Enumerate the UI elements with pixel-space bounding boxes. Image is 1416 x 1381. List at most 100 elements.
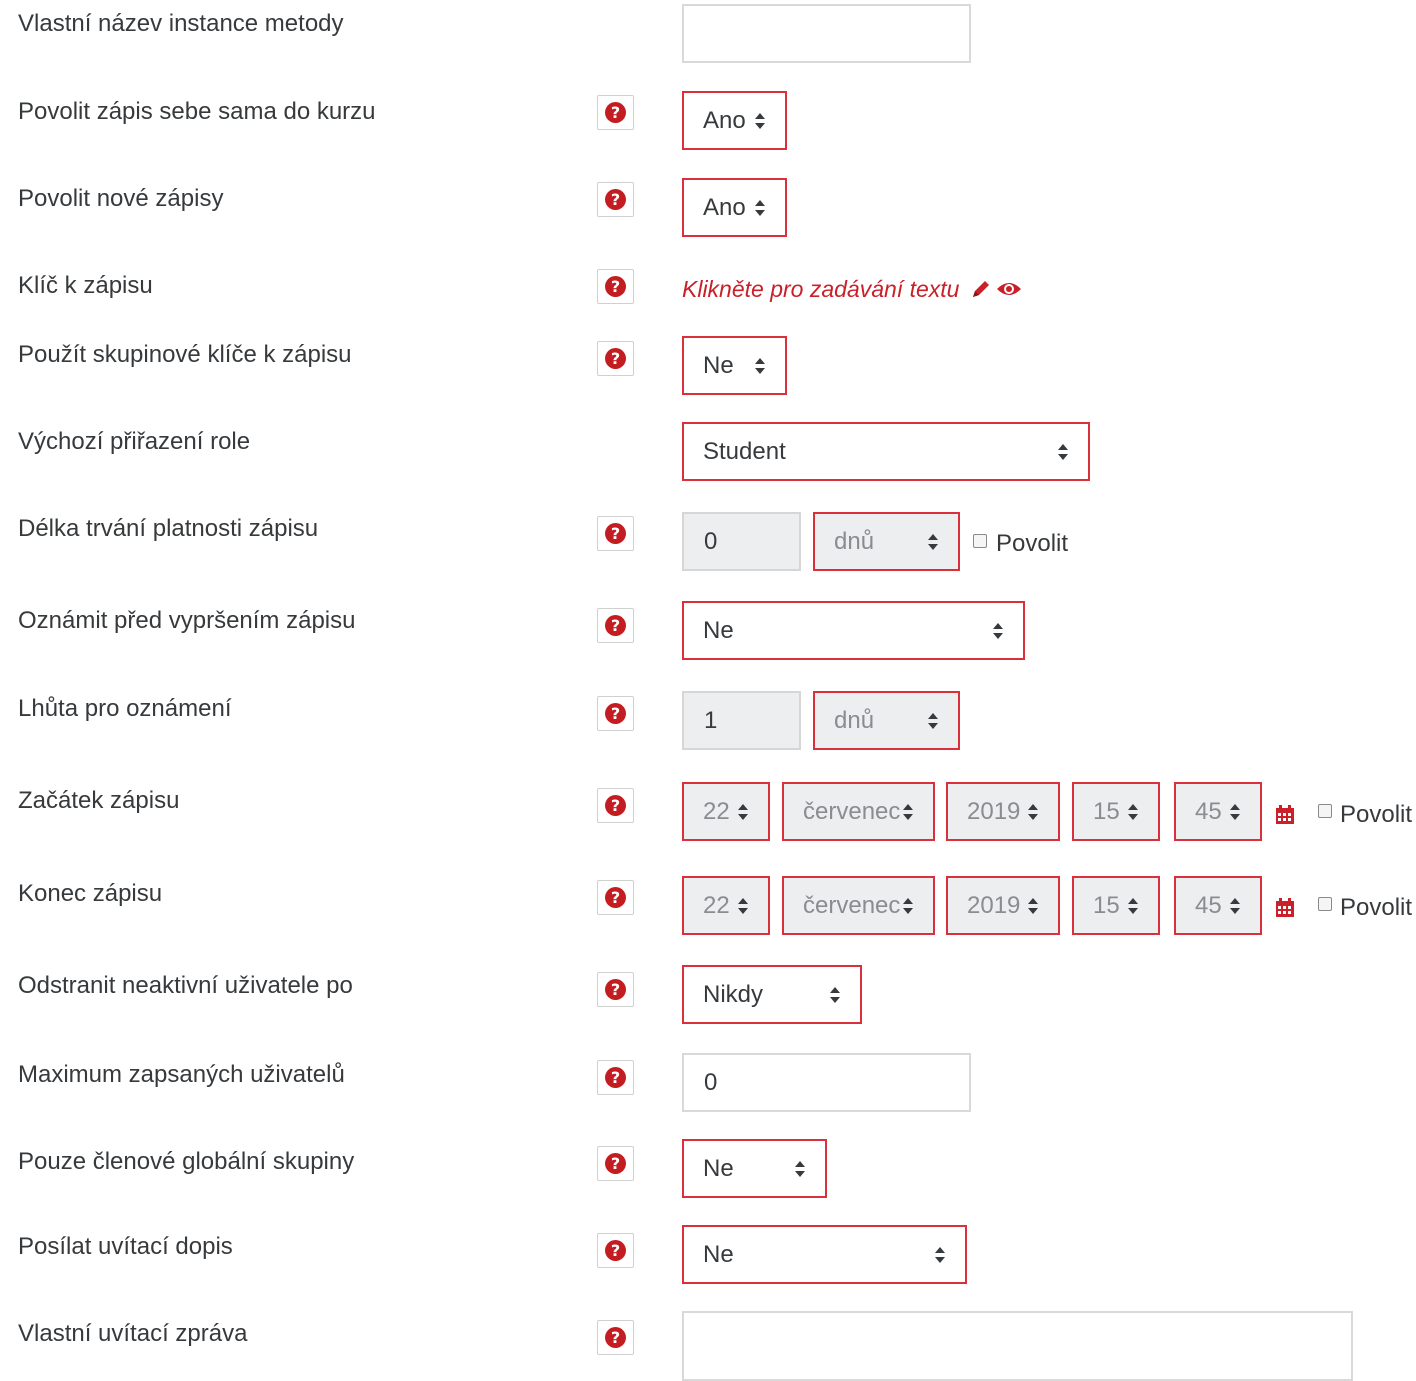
label-max-enrolled: Maximum zapsaných uživatelů bbox=[18, 1061, 345, 1088]
calendar-icon[interactable] bbox=[1274, 897, 1296, 919]
enrol-end-minute-select[interactable]: 45 bbox=[1174, 876, 1262, 935]
new-enrols-value: Ano bbox=[703, 193, 746, 221]
select-caret-icon bbox=[993, 622, 1003, 639]
question-circle-icon: ? bbox=[605, 1327, 626, 1348]
select-caret-icon bbox=[1058, 443, 1068, 460]
label-new-enrols: Povolit nové zápisy bbox=[18, 185, 224, 212]
notify-threshold-unit-select[interactable]: dnů bbox=[813, 691, 960, 750]
enrol-start-day-value: 22 bbox=[703, 797, 730, 825]
notify-threshold-unit-value: dnů bbox=[834, 706, 875, 734]
default-role-select[interactable]: Student bbox=[682, 422, 1090, 481]
group-keys-select[interactable]: Ne bbox=[682, 336, 787, 395]
select-caret-icon bbox=[1128, 803, 1138, 820]
select-caret-icon bbox=[1028, 897, 1038, 914]
help-button-group-keys[interactable]: ? bbox=[597, 341, 634, 376]
enrol-period-enable-label: Povolit bbox=[996, 530, 1069, 557]
help-button-unenrol-inactive[interactable]: ? bbox=[597, 972, 634, 1007]
label-expiry-notify: Oznámit před vypršením zápisu bbox=[18, 607, 356, 634]
enrol-start-enable-checkbox[interactable] bbox=[1318, 804, 1332, 818]
enrol-period-enable-checkbox[interactable] bbox=[973, 534, 987, 548]
label-default-role: Výchozí přiřazení role bbox=[18, 428, 251, 455]
enrol-end-hour-select[interactable]: 15 bbox=[1072, 876, 1160, 935]
label-notify-threshold: Lhůta pro oznámení bbox=[18, 695, 232, 722]
unenrol-inactive-value: Nikdy bbox=[703, 980, 764, 1008]
select-caret-icon bbox=[928, 533, 938, 550]
label-enrol-key: Klíč k zápisu bbox=[18, 272, 153, 299]
enrol-start-minute-select[interactable]: 45 bbox=[1174, 782, 1262, 841]
select-caret-icon bbox=[1128, 897, 1138, 914]
select-caret-icon bbox=[903, 803, 913, 820]
cohort-only-select[interactable]: Ne bbox=[682, 1139, 827, 1198]
select-caret-icon bbox=[738, 803, 748, 820]
enrol-key-link-text: Klikněte pro zadávání textu bbox=[682, 276, 960, 302]
welcome-message-textarea[interactable] bbox=[682, 1311, 1353, 1381]
self-enrol-select[interactable]: Ano bbox=[682, 91, 787, 150]
enrol-start-enable-label: Povolit bbox=[1340, 801, 1413, 828]
label-self-enrol: Povolit zápis sebe sama do kurzu bbox=[18, 98, 376, 125]
expiry-notify-value: Ne bbox=[703, 616, 734, 644]
help-button-self-enrol[interactable]: ? bbox=[597, 95, 634, 130]
select-caret-icon bbox=[755, 112, 765, 129]
enrol-start-day-select[interactable]: 22 bbox=[682, 782, 770, 841]
notify-threshold-number[interactable]: 1 bbox=[682, 691, 801, 750]
help-button-cohort-only[interactable]: ? bbox=[597, 1146, 634, 1181]
help-button-enrol-period[interactable]: ? bbox=[597, 516, 634, 551]
help-button-new-enrols[interactable]: ? bbox=[597, 182, 634, 217]
help-button-welcome-message[interactable]: ? bbox=[597, 1320, 634, 1355]
label-instance-name: Vlastní název instance metody bbox=[18, 10, 344, 37]
help-button-notify-threshold[interactable]: ? bbox=[597, 696, 634, 731]
expiry-notify-select[interactable]: Ne bbox=[682, 601, 1025, 660]
pencil-icon bbox=[972, 281, 989, 297]
enrol-end-year-select[interactable]: 2019 bbox=[946, 876, 1060, 935]
question-circle-icon: ? bbox=[605, 1153, 626, 1174]
enrol-key-edit-link[interactable]: Klikněte pro zadávání textu bbox=[682, 276, 992, 303]
welcome-mail-value: Ne bbox=[703, 1240, 734, 1268]
eye-icon[interactable] bbox=[996, 280, 1022, 298]
select-caret-icon bbox=[1028, 803, 1038, 820]
label-enrol-period: Délka trvání platnosti zápisu bbox=[18, 515, 319, 542]
enrol-start-month-value: červenec bbox=[803, 797, 901, 825]
new-enrols-select[interactable]: Ano bbox=[682, 178, 787, 237]
question-circle-icon: ? bbox=[605, 703, 626, 724]
select-caret-icon bbox=[755, 199, 765, 216]
instance-name-input[interactable] bbox=[682, 4, 971, 63]
select-caret-icon bbox=[935, 1246, 945, 1263]
enrol-period-unit-value: dnů bbox=[834, 527, 875, 555]
help-button-enrol-start[interactable]: ? bbox=[597, 788, 634, 823]
question-circle-icon: ? bbox=[605, 276, 626, 297]
label-enrol-start: Začátek zápisu bbox=[18, 787, 180, 814]
calendar-icon[interactable] bbox=[1274, 804, 1296, 826]
help-button-expiry-notify[interactable]: ? bbox=[597, 608, 634, 643]
question-circle-icon: ? bbox=[605, 348, 626, 369]
select-caret-icon bbox=[928, 712, 938, 729]
help-button-enrol-key[interactable]: ? bbox=[597, 269, 634, 304]
enrol-start-year-select[interactable]: 2019 bbox=[946, 782, 1060, 841]
select-caret-icon bbox=[755, 357, 765, 374]
select-caret-icon bbox=[830, 986, 840, 1003]
enrol-start-year-value: 2019 bbox=[967, 797, 1021, 825]
unenrol-inactive-select[interactable]: Nikdy bbox=[682, 965, 862, 1024]
enrol-start-minute-value: 45 bbox=[1195, 797, 1222, 825]
enrol-start-month-select[interactable]: červenec bbox=[782, 782, 935, 841]
help-button-max-enrolled[interactable]: ? bbox=[597, 1060, 634, 1095]
label-cohort-only: Pouze členové globální skupiny bbox=[18, 1148, 355, 1175]
enrol-end-enable-label: Povolit bbox=[1340, 894, 1413, 921]
enrol-period-unit-select[interactable]: dnů bbox=[813, 512, 960, 571]
max-enrolled-input[interactable]: 0 bbox=[682, 1053, 971, 1112]
enrol-end-year-value: 2019 bbox=[967, 891, 1021, 919]
enrol-end-day-select[interactable]: 22 bbox=[682, 876, 770, 935]
enrol-period-number[interactable]: 0 bbox=[682, 512, 801, 571]
select-caret-icon bbox=[738, 897, 748, 914]
default-role-value: Student bbox=[703, 437, 786, 465]
select-caret-icon bbox=[1230, 897, 1240, 914]
enrol-start-hour-value: 15 bbox=[1093, 797, 1120, 825]
enrol-start-hour-select[interactable]: 15 bbox=[1072, 782, 1160, 841]
help-button-welcome-mail[interactable]: ? bbox=[597, 1233, 634, 1268]
enrol-end-minute-value: 45 bbox=[1195, 891, 1222, 919]
cohort-only-value: Ne bbox=[703, 1154, 734, 1182]
welcome-mail-select[interactable]: Ne bbox=[682, 1225, 967, 1284]
enrol-end-enable-checkbox[interactable] bbox=[1318, 897, 1332, 911]
enrol-end-month-select[interactable]: červenec bbox=[782, 876, 935, 935]
select-caret-icon bbox=[903, 897, 913, 914]
help-button-enrol-end[interactable]: ? bbox=[597, 880, 634, 915]
